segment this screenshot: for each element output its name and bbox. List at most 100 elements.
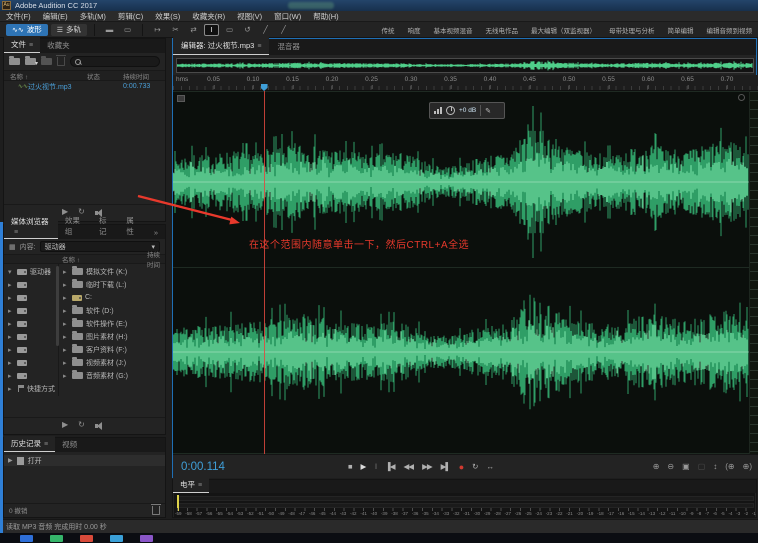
- tab-favorites[interactable]: 收藏夹: [40, 38, 77, 53]
- chevron-right-icon[interactable]: ▸: [63, 320, 69, 328]
- chevron-right-icon[interactable]: ▸: [63, 281, 69, 289]
- media-browser-item[interactable]: ▸客户资料 (F:): [59, 343, 165, 356]
- zoom-selection-out-point-icon[interactable]: ⊕): [743, 462, 752, 471]
- stop-button[interactable]: ■: [348, 462, 352, 471]
- workspace-tab[interactable]: 简单编辑: [668, 25, 694, 35]
- new-file-icon[interactable]: [41, 58, 52, 65]
- drive-row[interactable]: ▸: [4, 317, 58, 330]
- skip-selection-button[interactable]: ↔: [486, 462, 493, 471]
- waveform-display[interactable]: +0 dB ✎ 在这个范围内随意单击一下，然后CTRL+A全选: [173, 91, 758, 454]
- lasso-selection-tool-icon[interactable]: ↺: [240, 24, 255, 36]
- file-row[interactable]: ∿∿过火视节.mp30:00.733: [4, 81, 165, 92]
- shortcuts-row[interactable]: ▸快捷方式: [4, 382, 58, 395]
- zoom-navigator[interactable]: [176, 58, 754, 73]
- auto-play-speaker-icon[interactable]: [95, 421, 105, 430]
- panel-menu-icon[interactable]: ≡: [29, 42, 33, 49]
- drives-root-row[interactable]: ▾驱动器: [4, 265, 58, 278]
- taskbar-icon[interactable]: [110, 535, 123, 542]
- zoom-selection-in-point-icon[interactable]: (⊕: [725, 462, 734, 471]
- taskbar-icon[interactable]: [80, 535, 93, 542]
- chevron-right-icon[interactable]: ▸: [63, 372, 69, 380]
- playhead-line[interactable]: [264, 91, 265, 454]
- menu-item[interactable]: 编辑(E): [37, 11, 74, 22]
- chevron-right-icon[interactable]: ▸: [63, 333, 69, 341]
- tab-video[interactable]: 视频: [55, 437, 84, 452]
- menu-item[interactable]: 帮助(H): [307, 11, 344, 22]
- tab-levels[interactable]: 电平≡: [173, 477, 209, 493]
- tree-scrollbar[interactable]: [56, 266, 59, 346]
- spectral-frequency-display-icon[interactable]: ▬: [102, 24, 117, 36]
- media-browser-item[interactable]: ▸软件 (D:): [59, 304, 165, 317]
- menu-item[interactable]: 窗口(W): [268, 11, 307, 22]
- chevron-right-icon[interactable]: ▸: [8, 385, 14, 393]
- media-browser-item[interactable]: ▸模拟文件 (K:): [59, 265, 165, 278]
- zoom-in-amplitude-icon[interactable]: ▣: [682, 462, 690, 471]
- drive-row[interactable]: ▸: [4, 369, 58, 382]
- chevron-right-icon[interactable]: ▸: [8, 346, 14, 354]
- chevron-down-icon[interactable]: ▾: [8, 268, 14, 276]
- chevron-right-icon[interactable]: ▸: [8, 333, 14, 341]
- content-dropdown[interactable]: 驱动器▾: [40, 241, 160, 252]
- loop-preview-icon[interactable]: ↻: [78, 420, 85, 430]
- column-name[interactable]: 名称 ↑: [62, 254, 147, 264]
- chevron-right-icon[interactable]: ▸: [8, 307, 14, 315]
- panel-menu-icon[interactable]: ≡: [198, 482, 202, 489]
- chevron-right-icon[interactable]: ▸: [8, 372, 14, 380]
- chevron-right-icon[interactable]: ▸: [8, 294, 14, 302]
- razor-tool-icon[interactable]: ✂: [168, 24, 183, 36]
- drive-row[interactable]: ▸: [4, 356, 58, 369]
- media-browser-item[interactable]: ▸C:: [59, 291, 165, 304]
- loop-playback-button[interactable]: ↻: [472, 462, 477, 471]
- tab-overflow-chevron[interactable]: »: [147, 226, 165, 239]
- title-bar[interactable]: Au Adobe Audition CC 2017: [0, 0, 758, 11]
- spectral-pitch-display-icon[interactable]: ▭: [120, 24, 135, 36]
- zoom-out-time-icon[interactable]: ⊖: [667, 462, 674, 471]
- media-browser-item[interactable]: ▸临时下载 (L:): [59, 278, 165, 291]
- gain-knob[interactable]: [446, 106, 455, 115]
- drive-row[interactable]: ▸: [4, 330, 58, 343]
- menu-item[interactable]: 效果(S): [149, 11, 186, 22]
- menu-item[interactable]: 多轨(M): [74, 11, 112, 22]
- panel-menu-icon[interactable]: ≡: [44, 441, 48, 448]
- timeline-ruler[interactable]: hms 0.050.100.150.200.250.300.350.400.45…: [173, 75, 758, 91]
- files-column-header[interactable]: 名称 ↑ 状态 持续时间: [4, 70, 165, 81]
- file-search-input[interactable]: [70, 56, 160, 67]
- media-column-header[interactable]: 名称 ↑ 持续时间: [4, 254, 165, 264]
- media-browser-item[interactable]: ▸软件操作 (E:): [59, 317, 165, 330]
- tab-mixer[interactable]: 混音器: [269, 38, 308, 55]
- drive-row[interactable]: ▸: [4, 304, 58, 317]
- taskbar-icon[interactable]: [50, 535, 63, 542]
- menu-item[interactable]: 视图(V): [231, 11, 268, 22]
- menu-item[interactable]: 剪辑(C): [112, 11, 149, 22]
- tab-files[interactable]: 文件≡: [4, 37, 40, 53]
- open-file-icon[interactable]: [9, 58, 20, 65]
- multitrack-view-button[interactable]: ☰ 多轨: [51, 24, 87, 36]
- history-item[interactable]: ▶打开: [4, 455, 165, 466]
- waveform-view-button[interactable]: ∿∿ 波形: [6, 24, 48, 36]
- amplitude-ruler[interactable]: [749, 91, 758, 454]
- zoom-out-amplitude-icon[interactable]: ▢: [698, 462, 706, 471]
- workspace-tab[interactable]: 母带处理与分析: [609, 25, 655, 35]
- time-display[interactable]: 0:00.114: [173, 461, 348, 473]
- chevron-right-icon[interactable]: ▸: [8, 359, 14, 367]
- tab-history[interactable]: 历史记录≡: [4, 436, 55, 452]
- fast-forward-button[interactable]: ▶▶: [422, 462, 432, 471]
- media-type-filter-icon[interactable]: ▦: [9, 243, 16, 251]
- hud-pin-icon[interactable]: ✎: [485, 107, 491, 115]
- column-duration[interactable]: 持续时间: [123, 71, 165, 81]
- chevron-right-icon[interactable]: ▸: [63, 294, 69, 302]
- go-to-end-button[interactable]: ▶▌: [441, 462, 450, 471]
- delete-file-icon[interactable]: [57, 57, 65, 66]
- menu-item[interactable]: 收藏夹(R): [186, 11, 231, 22]
- volume-hud[interactable]: +0 dB ✎: [429, 102, 505, 119]
- drive-row[interactable]: ▸: [4, 291, 58, 304]
- column-name[interactable]: 名称 ↑: [4, 71, 87, 81]
- chevron-right-icon[interactable]: ▸: [8, 281, 14, 289]
- chevron-right-icon[interactable]: ▸: [63, 359, 69, 367]
- zoom-to-selection-icon[interactable]: ↕: [713, 462, 717, 471]
- column-status[interactable]: 状态: [87, 71, 123, 81]
- rewind-button[interactable]: ◀◀: [404, 462, 414, 471]
- go-to-start-button[interactable]: ▐◀: [385, 462, 394, 471]
- tab-editor[interactable]: 编辑器: 过火视节.mp3≡: [173, 37, 269, 55]
- slip-tool-icon[interactable]: ⇄: [186, 24, 201, 36]
